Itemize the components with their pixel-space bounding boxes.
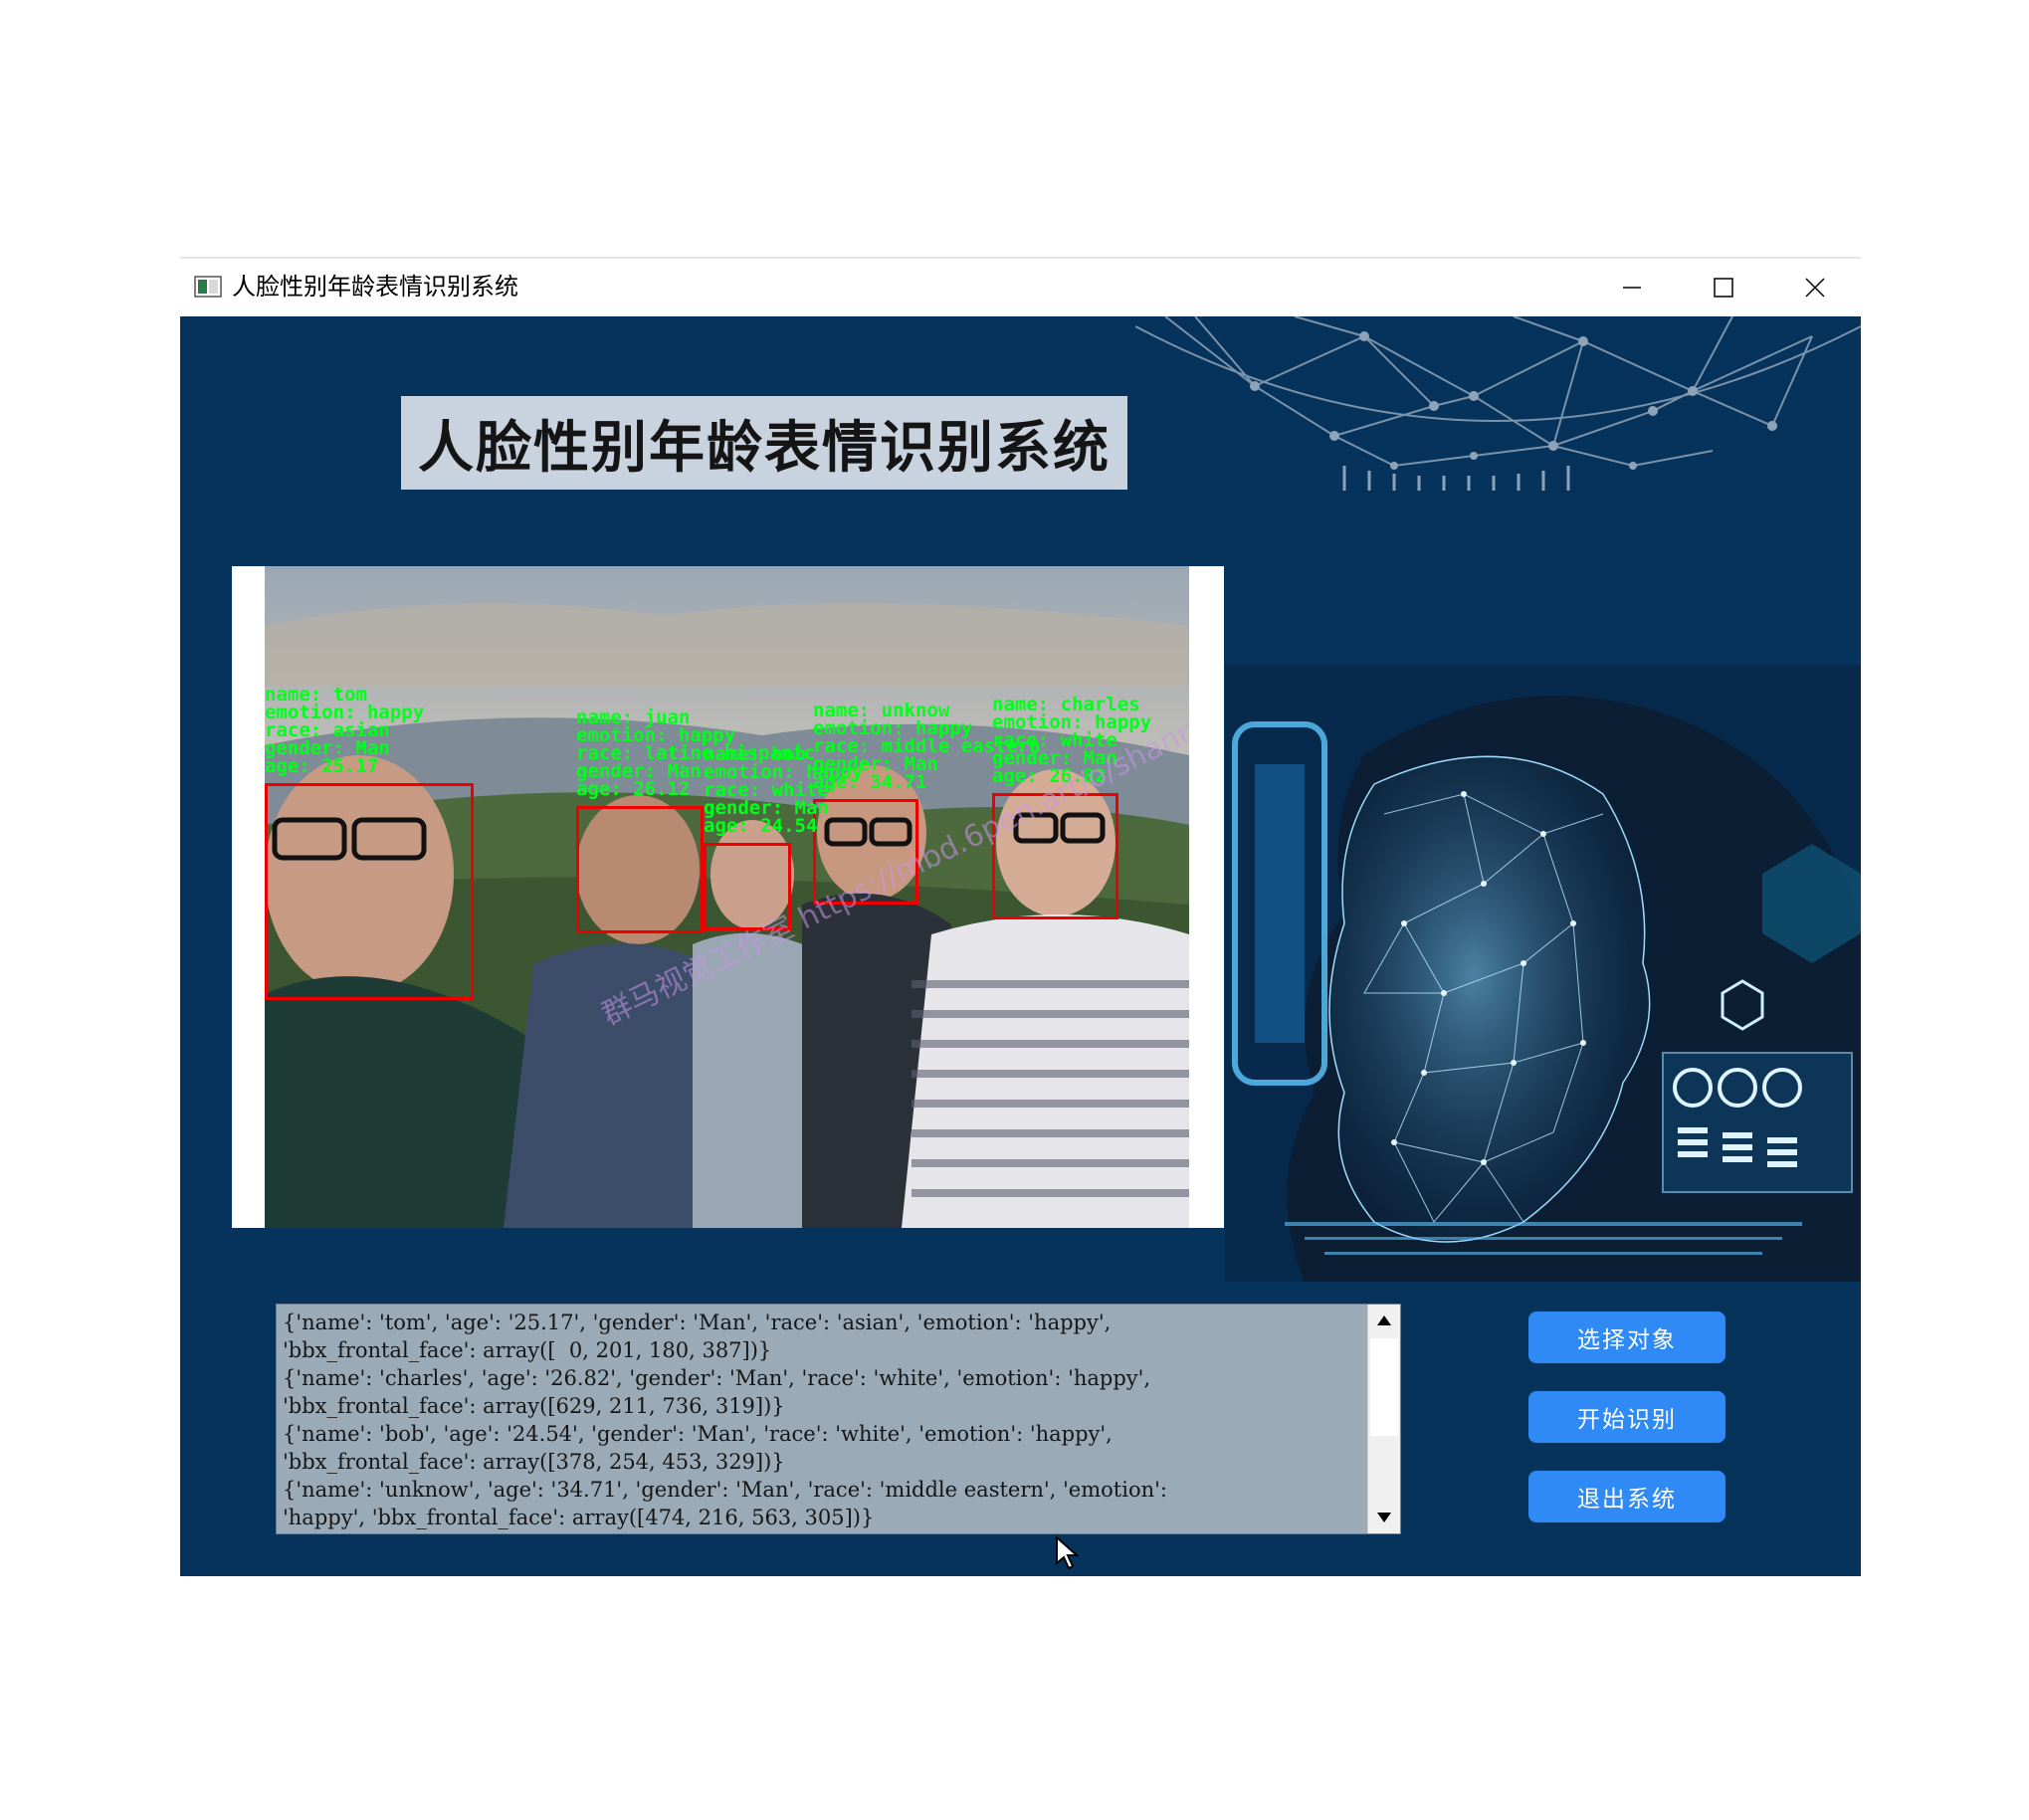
minimize-icon: [1623, 287, 1641, 289]
arrow-down-icon: [1377, 1513, 1391, 1522]
log-line: {'name': 'tom', 'age': '25.17', 'gender'…: [283, 1311, 1112, 1334]
app-icon: [194, 276, 222, 298]
start-recognition-button[interactable]: 开始识别: [1528, 1391, 1725, 1443]
arrow-up-icon: [1377, 1315, 1391, 1325]
minimize-button[interactable]: [1586, 259, 1678, 316]
detection-result-image: name: tom emotion: happy race: asian gen…: [265, 566, 1189, 1228]
image-display: name: tom emotion: happy race: asian gen…: [232, 566, 1224, 1228]
scroll-down-button[interactable]: [1368, 1502, 1400, 1533]
main-panel: 人脸性别年龄表情识别系统 name: tom emotion: happy ra…: [180, 316, 1861, 1576]
face-box-tom: [265, 783, 474, 1000]
log-line: 'bbx_frontal_face': array([378, 254, 453…: [283, 1450, 785, 1474]
detection-label-tom: name: tom emotion: happy race: asian gen…: [265, 684, 425, 777]
log-line: {'name': 'charles', 'age': '26.82', 'gen…: [283, 1366, 1151, 1390]
log-line: 'bbx_frontal_face': array([ 0, 201, 180,…: [283, 1338, 772, 1362]
face-box-juan: [576, 806, 704, 933]
close-button[interactable]: [1769, 259, 1861, 316]
window-title: 人脸性别年龄表情识别系统: [232, 273, 518, 301]
exit-system-button[interactable]: 退出系统: [1528, 1471, 1725, 1522]
title-bar[interactable]: 人脸性别年龄表情识别系统: [180, 259, 1861, 316]
network-dome-decoration: [1135, 316, 1861, 491]
ai-head-illustration: [1225, 665, 1861, 1282]
scroll-thumb[interactable]: [1370, 1338, 1398, 1436]
log-line: {'name': 'unknow', 'age': '34.71', 'gend…: [283, 1478, 1167, 1502]
result-log: {'name': 'tom', 'age': '25.17', 'gender'…: [283, 1309, 1366, 1531]
maximize-button[interactable]: [1678, 259, 1769, 316]
app-window: 人脸性别年龄表情识别系统 人脸性别年龄表情识别系统 name: tom emot…: [180, 257, 1861, 1576]
result-text-area[interactable]: {'name': 'tom', 'age': '25.17', 'gender'…: [276, 1304, 1401, 1534]
log-scrollbar[interactable]: [1367, 1305, 1400, 1533]
scroll-up-button[interactable]: [1368, 1305, 1400, 1336]
log-line: 'happy', 'bbx_frontal_face': array([474,…: [283, 1506, 875, 1529]
log-line: {'name': 'bob', 'age': '24.54', 'gender'…: [283, 1422, 1113, 1446]
system-title-banner: 人脸性别年龄表情识别系统: [401, 396, 1127, 490]
mouse-cursor-icon: [1056, 1535, 1080, 1570]
log-line: 'bbx_frontal_face': array([629, 211, 736…: [283, 1394, 785, 1418]
maximize-icon: [1714, 278, 1733, 298]
select-object-button[interactable]: 选择对象: [1528, 1312, 1725, 1363]
system-title: 人脸性别年龄表情识别系统: [418, 415, 1111, 481]
close-icon: [1805, 278, 1825, 298]
